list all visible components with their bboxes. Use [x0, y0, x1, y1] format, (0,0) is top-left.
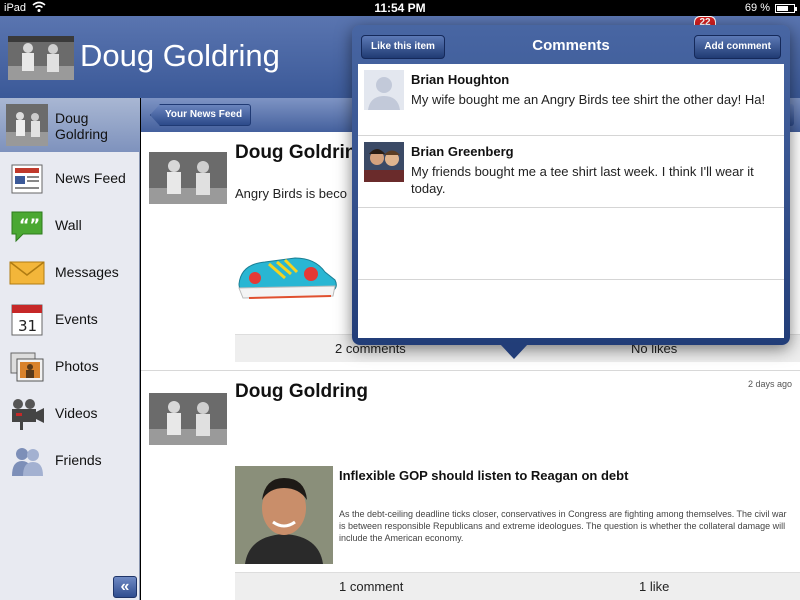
- sidebar: Doug Goldring News Feed “” Wall Messages: [0, 98, 140, 600]
- comments-list: Brian Houghton My wife bought me an Angr…: [358, 64, 784, 338]
- news-feed-icon: [11, 164, 43, 194]
- comment-text: My wife bought me an Angry Birds tee shi…: [411, 92, 766, 107]
- comment-author[interactable]: Brian Houghton: [411, 72, 509, 87]
- battery-percent: 69 %: [744, 2, 770, 14]
- link-description: As the debt-ceiling deadline ticks close…: [339, 509, 787, 543]
- comments-link[interactable]: 1 comment: [339, 579, 403, 594]
- link-thumbnail[interactable]: [235, 466, 333, 564]
- post-footer: 1 comment 1 like: [235, 572, 800, 600]
- sidebar-item-label: Wall: [55, 217, 82, 233]
- profile-avatar[interactable]: [8, 36, 74, 80]
- svg-text:31: 31: [18, 317, 37, 335]
- back-button[interactable]: Your News Feed: [150, 104, 252, 126]
- sidebar-item-friends[interactable]: Friends: [0, 438, 140, 485]
- photos-icon: [10, 352, 44, 382]
- shoe-image[interactable]: [235, 244, 341, 304]
- battery-icon: [775, 4, 797, 13]
- events-icon: 31: [11, 304, 43, 336]
- post-author[interactable]: Doug Goldring: [235, 142, 368, 164]
- comment-row: Brian Houghton My wife bought me an Angr…: [358, 64, 784, 136]
- post-avatar[interactable]: [149, 152, 227, 204]
- sidebar-item-videos[interactable]: Videos: [0, 391, 140, 438]
- sidebar-item-messages[interactable]: Messages: [0, 250, 140, 297]
- collapse-sidebar-button[interactable]: «: [113, 576, 137, 598]
- sidebar-item-news-feed[interactable]: News Feed: [0, 156, 140, 203]
- sidebar-item-label: News Feed: [55, 170, 126, 186]
- sidebar-item-label: Messages: [55, 264, 119, 280]
- sidebar-item-label: Friends: [55, 452, 102, 468]
- link-title[interactable]: Inflexible GOP should listen to Reagan o…: [339, 468, 628, 483]
- page-title: Doug Goldring: [80, 38, 280, 73]
- sidebar-item-label: Photos: [55, 358, 99, 374]
- post-avatar[interactable]: [149, 393, 227, 445]
- svg-text:“”: “”: [19, 215, 40, 234]
- friends-icon: [12, 448, 43, 476]
- comment-row: Brian Greenberg My friends bought me a t…: [358, 136, 784, 208]
- sidebar-item-wall[interactable]: “” Wall: [0, 203, 140, 250]
- wall-icon: “”: [11, 211, 43, 243]
- add-comment-button[interactable]: Add comment: [694, 35, 781, 59]
- clock: 11:54 PM: [374, 1, 426, 15]
- sidebar-item-photos[interactable]: Photos: [0, 344, 140, 391]
- sidebar-item-label: Videos: [55, 405, 98, 421]
- post-text: Angry Birds is beco: [235, 186, 347, 201]
- status-bar: iPad 11:54 PM 69 %: [0, 0, 800, 16]
- default-avatar-icon[interactable]: [364, 70, 404, 110]
- comment-text: My friends bought me a tee shirt last we…: [411, 164, 754, 196]
- sidebar-item-label: Events: [55, 311, 98, 327]
- sidebar-item-events[interactable]: 31 Events: [0, 297, 140, 344]
- videos-icon: [12, 399, 44, 430]
- row-separator: [358, 279, 784, 280]
- comment-avatar[interactable]: [364, 142, 404, 182]
- profile-avatar: [6, 104, 48, 146]
- likes-link[interactable]: 1 like: [639, 579, 669, 594]
- sidebar-item-profile[interactable]: Doug Goldring: [0, 98, 140, 152]
- comments-popover: Like this item Comments Add comment Bria…: [352, 25, 790, 345]
- messages-icon: [9, 261, 45, 285]
- comment-author[interactable]: Brian Greenberg: [411, 144, 514, 159]
- post-timestamp: 2 days ago: [747, 379, 792, 389]
- sidebar-item-label: Doug Goldring: [55, 110, 108, 142]
- post-author[interactable]: Doug Goldring: [235, 381, 368, 403]
- feed-post: Doug Goldring 2 days ago Inflexible GOP …: [141, 371, 800, 600]
- popover-arrow: [500, 344, 528, 359]
